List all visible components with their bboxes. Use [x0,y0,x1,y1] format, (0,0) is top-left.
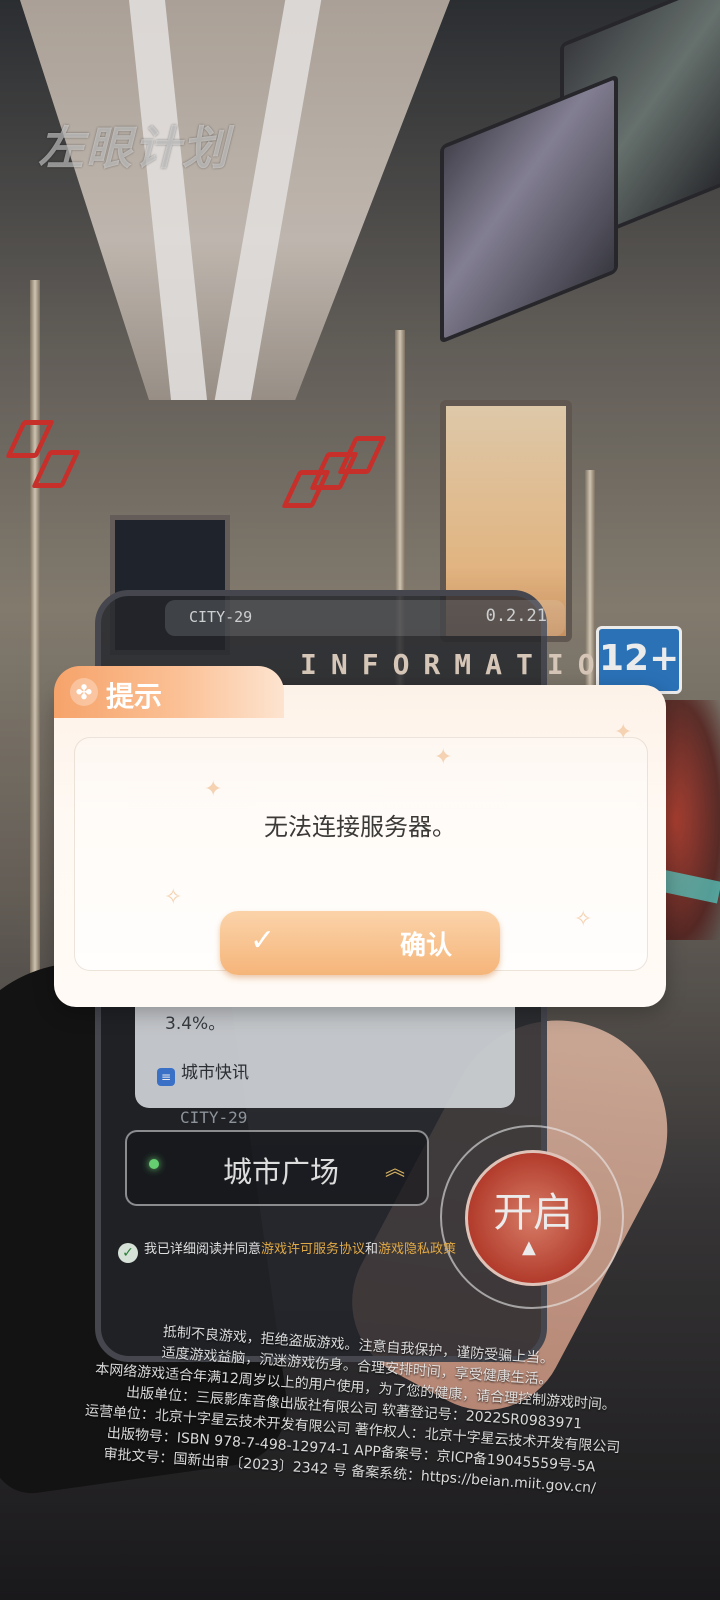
dialog-title-tab: ✤ 提示 [54,666,284,718]
confirm-button[interactable]: ✓ 确认 [220,911,500,975]
dialog-message: 无法连接服务器。 [264,813,456,841]
sparkle-icon: ✧ [164,885,183,910]
confirm-button-label: 确认 [400,931,453,961]
sparkle-icon: ✦ [204,777,223,802]
alert-dialog: ✦ ✦ ✦ ✧ ✧ 无法连接服务器。 ✓ 确认 [54,685,666,1007]
sparkle-icon: ✦ [614,720,633,745]
sparkle-icon: ✧ [574,907,593,932]
grid-icon: ✤ [70,678,98,706]
dialog-title: 提示 [106,680,163,713]
checkmark-icon: ✓ [250,923,276,958]
sparkle-icon: ✦ [434,745,453,770]
